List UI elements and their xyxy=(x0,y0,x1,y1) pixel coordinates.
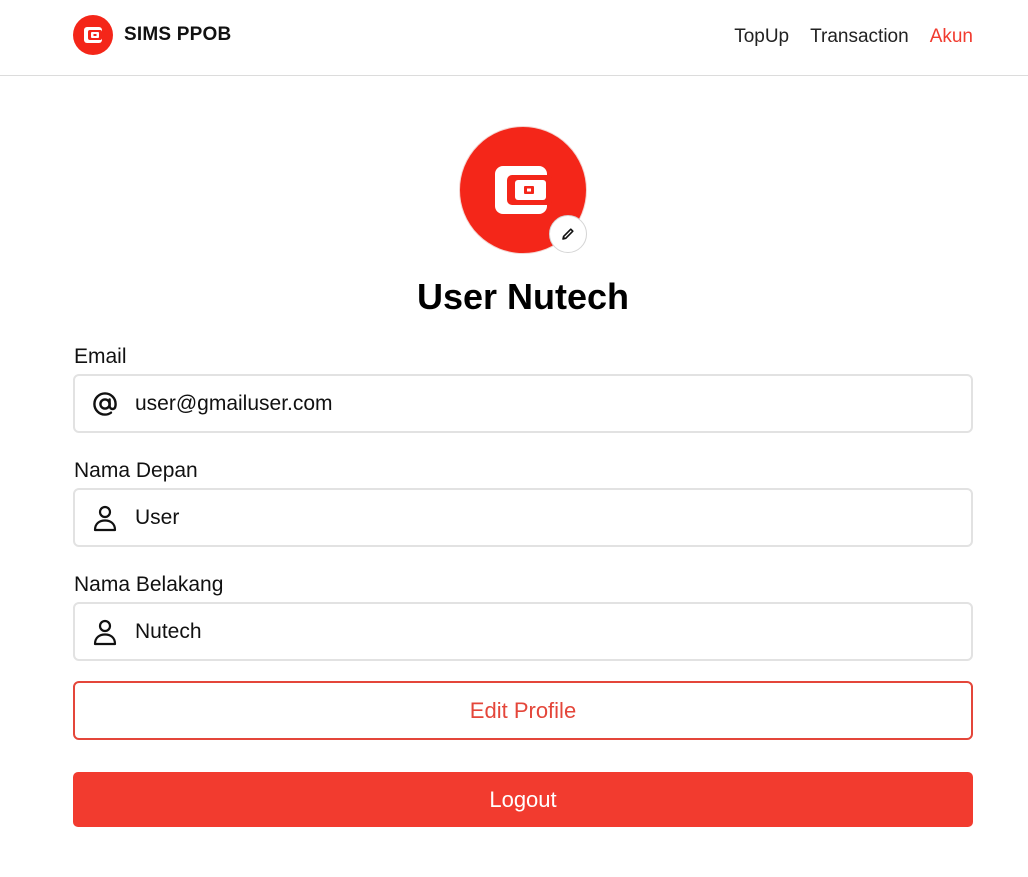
user-icon xyxy=(75,604,135,659)
pencil-icon xyxy=(562,228,574,240)
last-name-input[interactable] xyxy=(135,604,971,659)
nav-transaction[interactable]: Transaction xyxy=(810,26,909,48)
edit-avatar-button[interactable] xyxy=(549,215,587,253)
last-name-field xyxy=(73,602,973,661)
navbar: SIMS PPOB TopUp Transaction Akun xyxy=(0,0,1028,76)
main-nav: TopUp Transaction Akun xyxy=(734,22,973,52)
profile-avatar-container xyxy=(459,126,587,254)
logout-button[interactable]: Logout xyxy=(73,772,973,827)
email-field xyxy=(73,374,973,433)
edit-profile-button[interactable]: Edit Profile xyxy=(73,681,973,740)
brand-home-link[interactable]: SIMS PPOB xyxy=(73,15,231,55)
last-name-label: Nama Belakang xyxy=(74,573,224,596)
email-label: Email xyxy=(74,345,127,368)
wallet-icon xyxy=(495,166,552,214)
email-input[interactable] xyxy=(135,376,971,431)
first-name-field xyxy=(73,488,973,547)
first-name-input[interactable] xyxy=(135,490,971,545)
first-name-label: Nama Depan xyxy=(74,459,198,482)
wallet-icon xyxy=(73,15,113,55)
nav-akun[interactable]: Akun xyxy=(930,26,973,48)
brand-name: SIMS PPOB xyxy=(124,24,232,45)
nav-topup[interactable]: TopUp xyxy=(734,26,789,48)
user-icon xyxy=(75,490,135,545)
profile-name: User Nutech xyxy=(416,276,630,317)
at-sign-icon xyxy=(75,376,135,431)
